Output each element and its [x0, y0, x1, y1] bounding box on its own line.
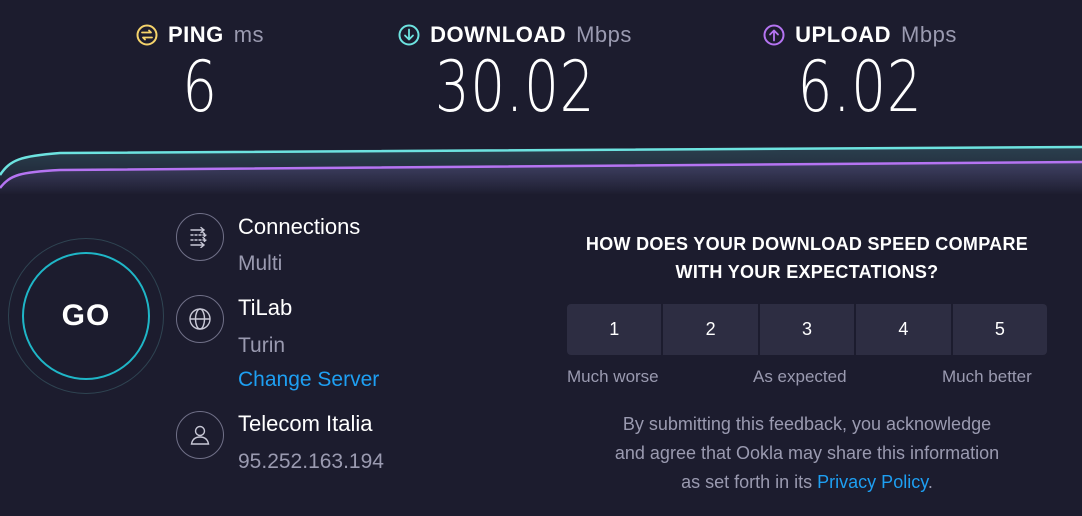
disclaimer-period: . — [927, 472, 933, 492]
ping-value: 6 — [182, 46, 218, 128]
ping-label: PING — [167, 22, 224, 47]
rating-button-4[interactable]: 4 — [856, 304, 953, 355]
upload-value: 6.02 — [797, 46, 923, 128]
ping-header: PING ms — [120, 22, 280, 48]
upload-label: UPLOAD — [795, 22, 892, 47]
rating-button-2[interactable]: 2 — [663, 304, 760, 355]
feedback-disclaimer: By submitting this feedback, you acknowl… — [560, 410, 1054, 497]
disclaimer-line2: and agree that Ookla may share this info… — [614, 443, 1000, 463]
disclaimer-line3: as set forth in its Privacy Policy. — [560, 468, 1054, 497]
connections-icon — [176, 213, 224, 261]
scale-label-mid: As expected — [753, 367, 847, 386]
ip-address: 95.252.163.194 — [238, 450, 384, 473]
feedback-question: HOW DOES YOUR DOWNLOAD SPEED COMPARE WIT… — [560, 230, 1054, 286]
rating-button-1[interactable]: 1 — [567, 304, 664, 355]
disclaimer-line3-text: as set forth in its — [681, 472, 813, 492]
connections-mode: Multi — [238, 252, 283, 275]
upload-unit: Mbps — [901, 22, 957, 47]
privacy-policy-link[interactable]: Privacy Policy — [817, 472, 928, 492]
ping-metric: PING ms 6 — [120, 22, 280, 122]
download-label: DOWNLOAD — [430, 22, 567, 47]
speed-graph — [0, 145, 1082, 195]
disclaimer-line1: By submitting this feedback, you acknowl… — [622, 414, 992, 434]
download-metric: DOWNLOAD Mbps 30.02 — [380, 22, 650, 122]
globe-icon — [176, 295, 224, 343]
go-button[interactable]: GO — [22, 252, 150, 380]
scale-label-high: Much better — [942, 367, 1032, 386]
upload-metric: UPLOAD Mbps 6.02 — [755, 22, 965, 122]
rating-button-3[interactable]: 3 — [759, 304, 857, 355]
rating-scale: 1 2 3 4 5 — [567, 304, 1047, 355]
change-server-link[interactable]: Change Server — [238, 368, 379, 392]
scale-label-low: Much worse — [567, 367, 659, 386]
ping-icon — [136, 24, 158, 46]
server-location: Turin — [238, 334, 286, 357]
upload-header: UPLOAD Mbps — [755, 22, 965, 48]
rating-button-5[interactable]: 5 — [952, 304, 1047, 355]
isp-name: Telecom Italia — [238, 411, 373, 436]
feedback-question-line2: WITH YOUR EXPECTATIONS? — [675, 262, 939, 282]
download-icon — [398, 24, 420, 46]
upload-icon — [763, 24, 785, 46]
download-value: 30.02 — [434, 46, 596, 128]
connections-title: Connections — [238, 214, 361, 239]
ping-unit: ms — [233, 22, 265, 47]
server-name: TiLab — [238, 295, 293, 320]
download-unit: Mbps — [576, 22, 632, 47]
go-label: GO — [61, 299, 111, 332]
user-icon — [176, 411, 224, 459]
feedback-question-line1: HOW DOES YOUR DOWNLOAD SPEED COMPARE — [585, 234, 1029, 254]
download-header: DOWNLOAD Mbps — [380, 22, 650, 48]
